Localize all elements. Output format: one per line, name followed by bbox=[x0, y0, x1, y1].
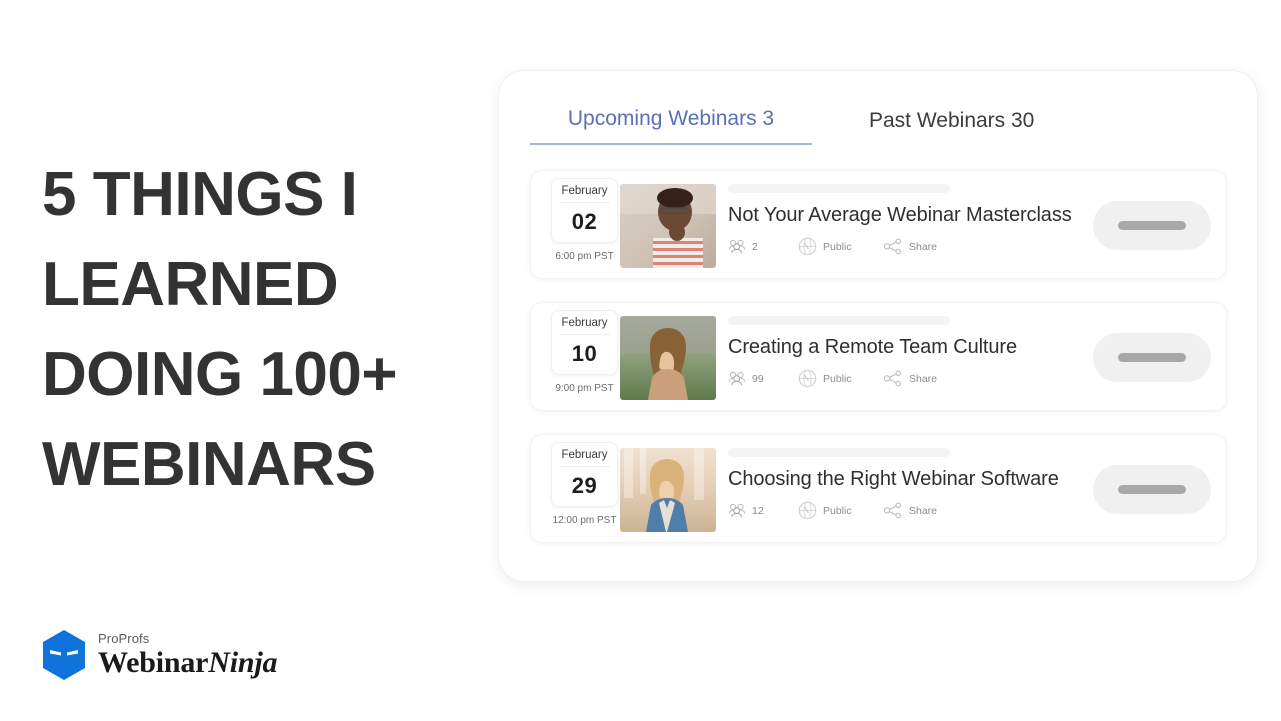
card-content: Creating a Remote Team Culture 99 Public… bbox=[728, 316, 1096, 388]
tab-bar: Upcoming Webinars 3 Past Webinars 30 bbox=[530, 107, 1034, 145]
card-action-button[interactable] bbox=[1093, 201, 1211, 250]
date-badge: February 02 bbox=[551, 178, 618, 243]
button-placeholder-bar bbox=[1118, 353, 1186, 362]
attendees-meta: 99 bbox=[728, 371, 798, 386]
date-month: February bbox=[559, 317, 610, 335]
tab-past-webinars[interactable]: Past Webinars 30 bbox=[869, 109, 1034, 145]
date-day: 02 bbox=[571, 209, 598, 234]
card-meta-row: 12 Public Share bbox=[728, 501, 1096, 520]
share-icon bbox=[883, 370, 901, 387]
headline-line-2: LEARNED bbox=[42, 250, 339, 319]
webinar-thumbnail bbox=[620, 448, 716, 532]
hexagon-ninja-icon bbox=[42, 630, 86, 680]
brand-logo: ProProfs WebinarNinja bbox=[42, 630, 278, 680]
webinar-card[interactable]: February 10 9:00 pm PST Creating a Remot… bbox=[530, 302, 1227, 411]
logo-wordmark-bold: Webinar bbox=[98, 646, 209, 679]
card-meta-row: 2 Public Share bbox=[728, 237, 1096, 256]
globe-icon bbox=[798, 369, 817, 388]
card-content: Choosing the Right Webinar Software 12 P… bbox=[728, 448, 1096, 520]
card-action-button[interactable] bbox=[1093, 333, 1211, 382]
share-label: Share bbox=[909, 504, 938, 517]
webinar-thumbnail bbox=[620, 184, 716, 268]
date-month: February bbox=[559, 449, 610, 467]
date-time: 6:00 pm PST bbox=[555, 251, 614, 262]
logo-wordmark: WebinarNinja bbox=[98, 646, 278, 679]
headline-line-1: 5 THINGS I bbox=[42, 160, 358, 229]
page-title: 5 THINGS I LEARNED DOING 100+ WEBINARS bbox=[42, 150, 452, 510]
webinar-title: Choosing the Right Webinar Software bbox=[728, 468, 1059, 490]
date-block: February 10 9:00 pm PST bbox=[542, 310, 627, 394]
webinar-title: Not Your Average Webinar Masterclass bbox=[728, 204, 1072, 226]
card-meta-row: 99 Public Share bbox=[728, 369, 1096, 388]
logo-wordmark-italic: Ninja bbox=[208, 646, 278, 679]
visibility-meta: Public bbox=[798, 237, 883, 256]
date-month: February bbox=[559, 185, 610, 203]
date-block: February 29 12:00 pm PST bbox=[542, 442, 627, 526]
people-icon bbox=[728, 239, 746, 254]
webinars-panel: Upcoming Webinars 3 Past Webinars 30 Feb… bbox=[498, 70, 1258, 582]
button-placeholder-bar bbox=[1118, 485, 1186, 494]
logo-superscript: ProProfs bbox=[98, 631, 150, 646]
visibility-meta: Public bbox=[798, 369, 883, 388]
share-label: Share bbox=[909, 240, 938, 253]
date-time: 12:00 pm PST bbox=[552, 515, 617, 526]
webinar-card[interactable]: February 29 12:00 pm PST Choosing the Ri… bbox=[530, 434, 1227, 543]
title-placeholder-bar bbox=[728, 448, 950, 457]
date-badge: February 10 bbox=[551, 310, 618, 375]
title-placeholder-bar bbox=[728, 316, 950, 325]
people-icon bbox=[728, 371, 746, 386]
share-icon bbox=[883, 238, 901, 255]
webinar-card[interactable]: February 02 6:00 pm PST Not Your Average… bbox=[530, 170, 1227, 279]
attendees-count: 99 bbox=[752, 372, 764, 385]
visibility-label: Public bbox=[823, 504, 852, 517]
tab-upcoming-webinars[interactable]: Upcoming Webinars 3 bbox=[530, 107, 812, 145]
share-icon bbox=[883, 502, 901, 519]
attendees-count: 12 bbox=[752, 504, 764, 517]
date-time: 9:00 pm PST bbox=[555, 383, 614, 394]
headline-line-4: WEBINARS bbox=[42, 430, 376, 499]
visibility-label: Public bbox=[823, 240, 852, 253]
headline-line-3: DOING 100+ bbox=[42, 340, 398, 409]
attendees-count: 2 bbox=[752, 240, 758, 253]
attendees-meta: 12 bbox=[728, 503, 798, 518]
webinar-title: Creating a Remote Team Culture bbox=[728, 336, 1017, 358]
attendees-meta: 2 bbox=[728, 239, 798, 254]
share-meta[interactable]: Share bbox=[883, 238, 937, 255]
share-label: Share bbox=[909, 372, 938, 385]
date-block: February 02 6:00 pm PST bbox=[542, 178, 627, 262]
card-content: Not Your Average Webinar Masterclass 2 P… bbox=[728, 184, 1096, 256]
globe-icon bbox=[798, 501, 817, 520]
webinar-thumbnail bbox=[620, 316, 716, 400]
title-placeholder-bar bbox=[728, 184, 950, 193]
share-meta[interactable]: Share bbox=[883, 502, 937, 519]
globe-icon bbox=[798, 237, 817, 256]
date-badge: February 29 bbox=[551, 442, 618, 507]
visibility-label: Public bbox=[823, 372, 852, 385]
date-day: 29 bbox=[571, 473, 598, 498]
visibility-meta: Public bbox=[798, 501, 883, 520]
share-meta[interactable]: Share bbox=[883, 370, 937, 387]
card-action-button[interactable] bbox=[1093, 465, 1211, 514]
people-icon bbox=[728, 503, 746, 518]
button-placeholder-bar bbox=[1118, 221, 1186, 230]
date-day: 10 bbox=[571, 341, 598, 366]
